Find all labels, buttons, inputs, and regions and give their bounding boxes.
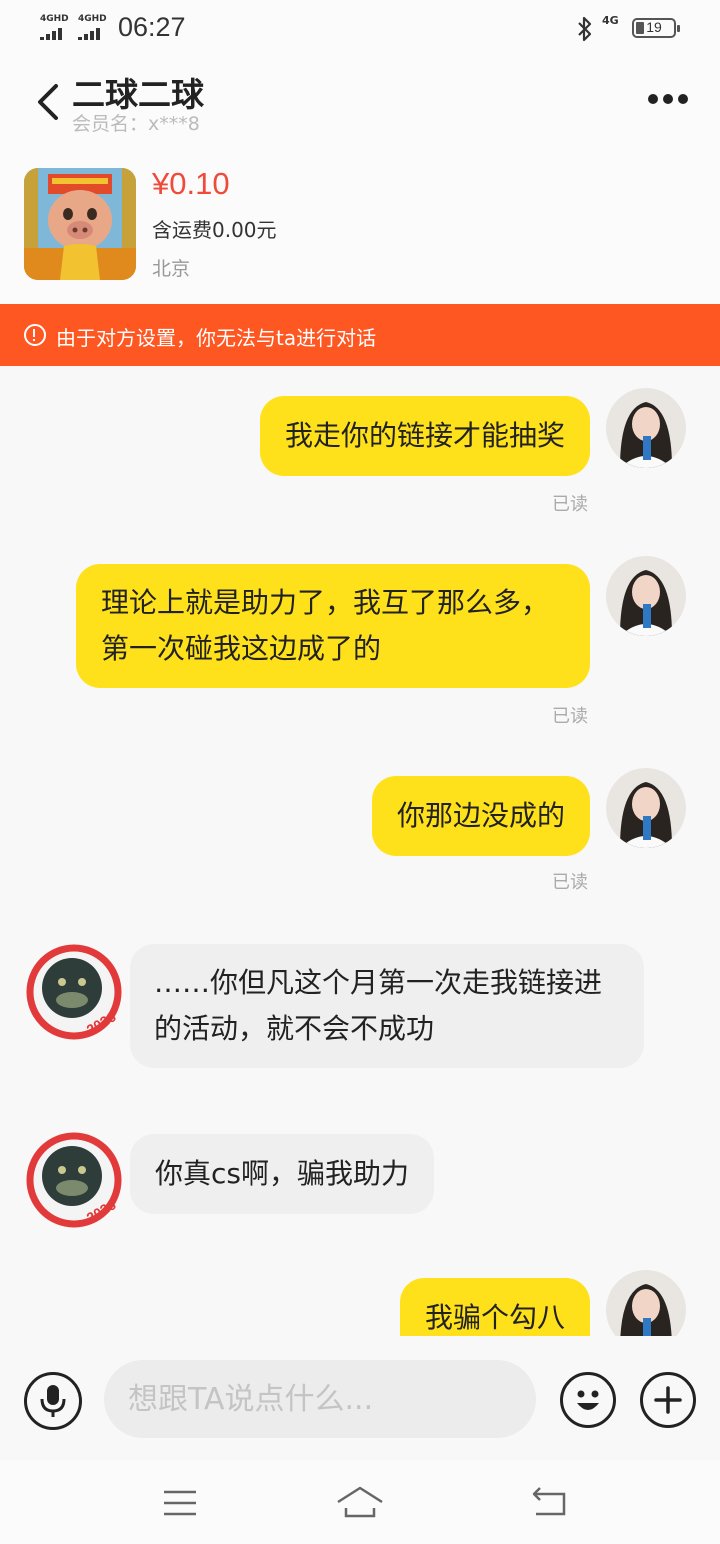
shipping-fee: 含运费0.00元 [152, 218, 277, 242]
product-price: ¥0.10 [152, 166, 230, 201]
message-bubble[interactable]: 你那边没成的 [371, 776, 590, 856]
message-outgoing: 理论上就是助力了，我互了那么多，第一次碰我这边成了的 已读 [0, 534, 720, 734]
network-type-3: 4G [602, 14, 619, 27]
product-image[interactable] [24, 168, 136, 280]
battery-level: 19 [646, 19, 662, 35]
back-nav-icon[interactable] [530, 1486, 570, 1520]
contact-avatar[interactable]: 2026 [24, 1130, 124, 1230]
message-incoming: 2026 你真cs啊，骗我助力 [0, 1118, 720, 1238]
plus-icon [654, 1386, 682, 1414]
message-bubble[interactable]: ……你但凡这个月第一次走我链接进的活动，就不会不成功 [130, 944, 644, 1068]
message-outgoing: 我骗个勾八 [0, 1262, 720, 1336]
message-input[interactable] [104, 1360, 536, 1438]
emoji-button[interactable] [560, 1372, 616, 1428]
battery-icon: 19 [632, 18, 680, 38]
network-type-1: 4GHD [40, 14, 69, 24]
my-avatar[interactable] [606, 388, 686, 468]
ship-location: 北京 [152, 258, 191, 280]
menu-icon[interactable] [162, 1488, 198, 1518]
home-icon[interactable] [336, 1484, 384, 1520]
contact-avatar[interactable]: 2026 [24, 942, 124, 1042]
microphone-icon [40, 1385, 66, 1417]
voice-input-button[interactable] [24, 1372, 82, 1430]
network-type-2: 4GHD [78, 14, 107, 24]
message-outgoing: 你那边没成的 已读 [0, 746, 720, 896]
bluetooth-icon [578, 16, 592, 42]
my-avatar[interactable] [606, 556, 686, 636]
message-text: 我走你的链接才能抽奖 [284, 419, 565, 452]
more-actions-button[interactable] [640, 1372, 696, 1428]
read-status: 已读 [552, 706, 588, 727]
message-text: 我骗个勾八 [424, 1301, 565, 1334]
smiley-icon [577, 1390, 599, 1410]
product-card[interactable]: ¥0.10 含运费0.00元 北京 [0, 150, 720, 304]
status-bar: 4GHD 4GHD 06:27 4G 19 [0, 0, 720, 56]
notice-text: 由于对方设置，你无法与ta进行对话 [56, 326, 377, 350]
message-text: 你真cs啊，骗我助力 [155, 1157, 409, 1190]
message-text: 理论上就是助力了，我互了那么多，第一次碰我这边成了的 [101, 586, 550, 665]
message-bubble[interactable]: 你真cs啊，骗我助力 [130, 1134, 434, 1214]
more-options-icon[interactable] [646, 94, 690, 106]
message-incoming: 2026 ……你但凡这个月第一次走我链接进的活动，就不会不成功 [0, 926, 720, 1076]
member-id: 会员名：x***8 [72, 113, 200, 135]
message-text: ……你但凡这个月第一次走我链接进的活动，就不会不成功 [154, 966, 603, 1045]
system-nav-bar [0, 1460, 720, 1544]
clock: 06:27 [118, 12, 186, 42]
blocked-notice-banner: 由于对方设置，你无法与ta进行对话 [0, 304, 720, 366]
my-avatar[interactable] [606, 768, 686, 848]
read-status: 已读 [552, 494, 588, 515]
message-bubble[interactable]: 理论上就是助力了，我互了那么多，第一次碰我这边成了的 [76, 564, 590, 688]
chat-history[interactable]: 我走你的链接才能抽奖 已读 理论上就是助力了，我互了那么多，第一次碰我这边成了的… [0, 366, 720, 1336]
message-bubble[interactable]: 我走你的链接才能抽奖 [259, 396, 590, 476]
message-outgoing: 我走你的链接才能抽奖 已读 [0, 366, 720, 516]
message-input-bar [0, 1336, 720, 1460]
back-arrow-icon[interactable] [34, 82, 62, 122]
warning-icon [24, 324, 46, 346]
chat-header: 二球二球 会员名：x***8 [0, 56, 720, 150]
read-status: 已读 [552, 872, 588, 893]
my-avatar[interactable] [606, 1270, 686, 1336]
message-text: 你那边没成的 [396, 799, 565, 832]
message-bubble[interactable]: 我骗个勾八 [399, 1278, 590, 1336]
